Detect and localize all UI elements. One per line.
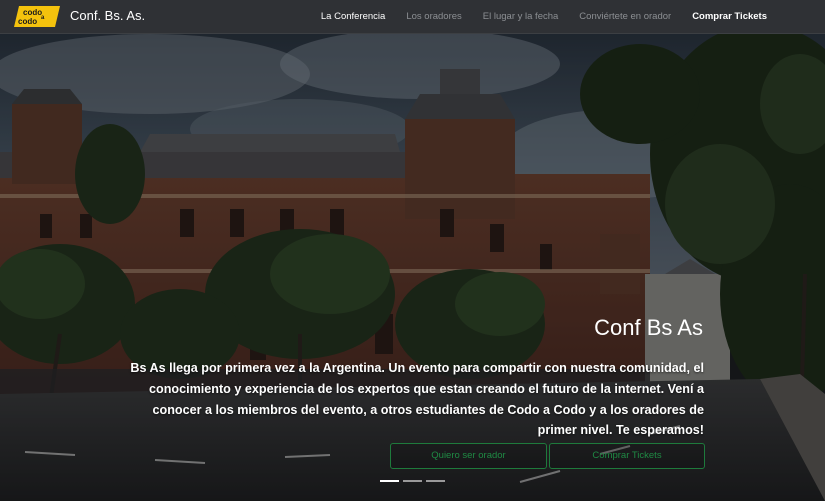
carousel-indicator-2[interactable]: [403, 480, 422, 482]
nav-la-conferencia[interactable]: La Conferencia: [321, 11, 385, 22]
carousel-indicator-1[interactable]: [380, 480, 399, 482]
nav-links: La Conferencia Los oradores El lugar y l…: [300, 11, 767, 22]
codo-a-codo-logo[interactable]: codo a codo: [14, 6, 60, 27]
carousel-indicator-3[interactable]: [426, 480, 445, 482]
hero-carousel: Conf Bs As Bs As llega por primera vez a…: [0, 34, 825, 501]
hero-description: Bs As llega por primera vez a la Argenti…: [130, 361, 704, 438]
nav-conviertete-en-orador[interactable]: Conviértete en orador: [579, 11, 671, 22]
nav-el-lugar-y-la-fecha[interactable]: El lugar y la fecha: [483, 11, 559, 22]
quiero-ser-orador-button[interactable]: Quiero ser orador: [390, 443, 547, 469]
nav-comprar-tickets[interactable]: Comprar Tickets: [692, 11, 767, 22]
logo-text-1: codo: [23, 8, 42, 17]
carousel-indicators: [380, 480, 445, 482]
hero-title: Conf Bs As: [594, 315, 703, 340]
comprar-tickets-button[interactable]: Comprar Tickets: [549, 443, 705, 469]
navbar: codo a codo Conf. Bs. As. La Conferencia…: [0, 0, 825, 34]
nav-los-oradores[interactable]: Los oradores: [406, 11, 461, 22]
brand-name[interactable]: Conf. Bs. As.: [70, 8, 145, 23]
logo-text-3: codo: [18, 17, 37, 26]
